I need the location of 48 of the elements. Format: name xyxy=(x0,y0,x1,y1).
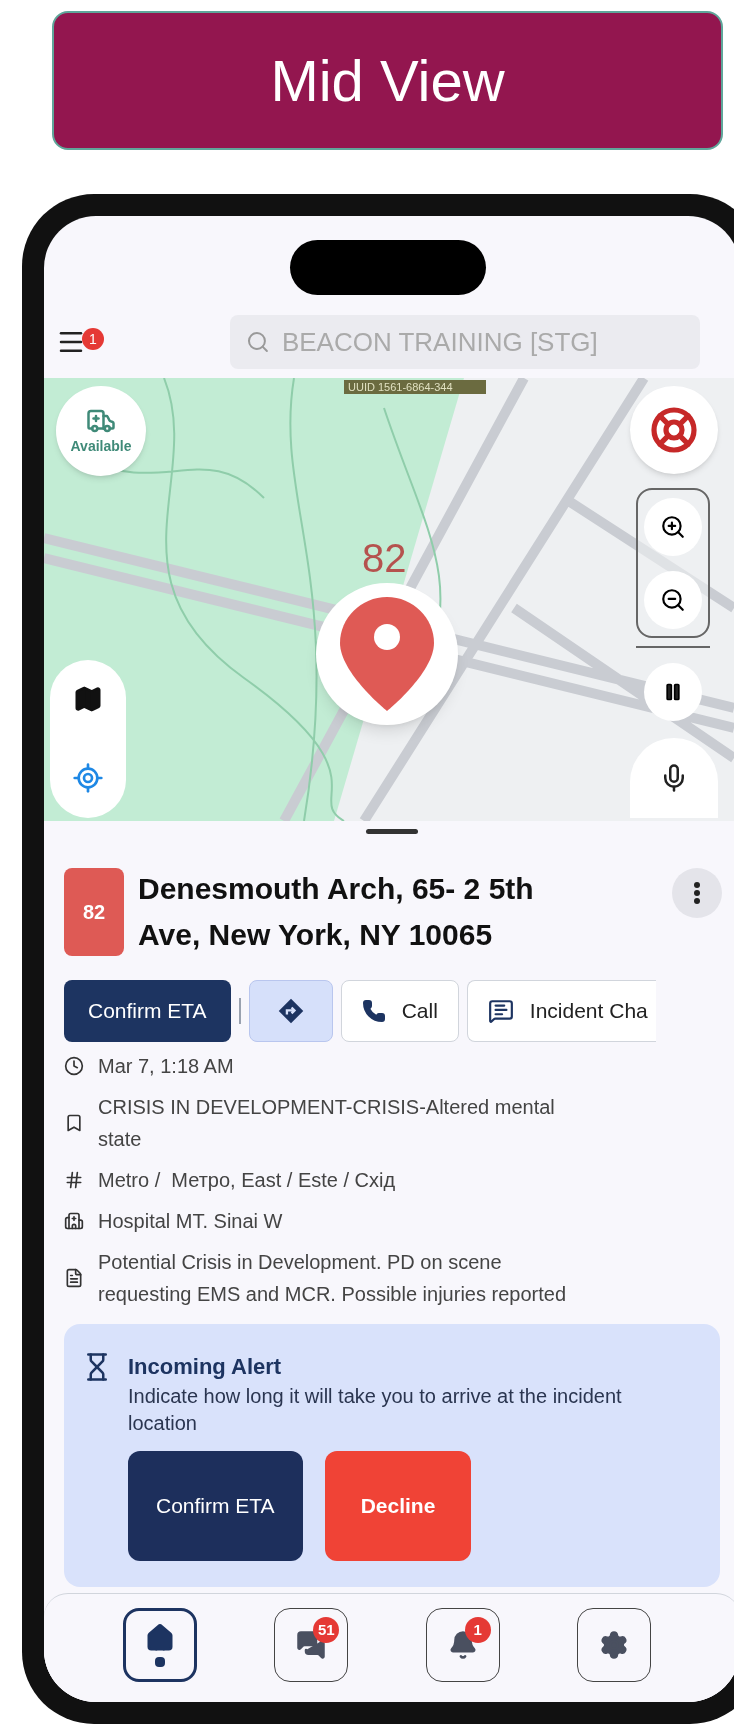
bookmark-icon xyxy=(64,1113,84,1133)
incident-chat-button[interactable]: Incident Cha xyxy=(466,980,656,1042)
count-badge: 51 xyxy=(313,1617,340,1643)
search-icon xyxy=(246,329,270,355)
incident-address: Denesmouth Arch, 65- 2 5th Ave, New York, NY 10065 xyxy=(138,871,535,953)
more-icon xyxy=(694,882,700,904)
detail-text: Hospital MT. Sinai W xyxy=(98,1209,283,1234)
detail-text: CRISIS IN DEVELOPMENT-CRISIS-Altered mental state xyxy=(98,1095,556,1152)
map-icon[interactable] xyxy=(73,684,103,714)
search-input[interactable]: BEACON TRAINING [STG] xyxy=(281,322,684,362)
lifebuoy-icon xyxy=(650,406,698,454)
zoom-out-icon xyxy=(660,586,686,613)
chat-tab[interactable]: 51 xyxy=(274,1608,349,1682)
directions-button[interactable] xyxy=(248,980,333,1042)
home-icon xyxy=(144,1623,175,1653)
message-icon xyxy=(487,998,514,1024)
map-pin-icon xyxy=(340,597,434,711)
notification-badge: 1 xyxy=(82,328,104,350)
incident-number-badge: 82 xyxy=(64,868,124,956)
settings-tab[interactable] xyxy=(577,1608,652,1682)
more-options-button[interactable] xyxy=(672,868,722,918)
home-tab[interactable] xyxy=(122,1608,197,1682)
settings-icon xyxy=(599,1630,630,1660)
alerts-tab[interactable]: 1 xyxy=(425,1608,500,1682)
confirm-eta-button[interactable]: Confirm ETA xyxy=(128,1451,303,1561)
marker-label: 82 xyxy=(362,536,407,580)
clock-icon xyxy=(64,1056,84,1076)
count-badge: 1 xyxy=(464,1617,491,1643)
pause-icon xyxy=(663,682,683,702)
hash-icon xyxy=(64,1170,84,1190)
detail-text: Mar 7, 1:18 AM xyxy=(98,1054,234,1079)
hospital-icon xyxy=(64,1211,84,1231)
alert-title: Incoming Alert xyxy=(128,1353,283,1381)
confirm-eta-button[interactable]: Confirm ETA xyxy=(64,980,231,1042)
search-field[interactable]: BEACON TRAINING [STG] xyxy=(230,315,700,369)
banner-title: Mid View xyxy=(270,47,505,115)
directions-icon xyxy=(276,997,305,1025)
detail-text: Potential Crisis in Development. PD on scene requesting EMS and MCR. Possible injuries reported xyxy=(98,1250,567,1307)
detail-text: Metro / Метро, East / Este / Схід xyxy=(98,1168,396,1193)
uuid-label: UUID 1561-6864-344 xyxy=(348,380,453,395)
document-icon xyxy=(64,1268,84,1288)
phone-icon xyxy=(361,999,386,1023)
locate-icon[interactable] xyxy=(72,762,104,794)
call-button[interactable]: Call xyxy=(340,980,459,1042)
zoom-in-icon xyxy=(660,513,686,540)
alert-message: Indicate how long it will take you to arrive at the incident location xyxy=(128,1384,623,1436)
sheet-handle[interactable] xyxy=(366,829,418,834)
decline-button[interactable]: Decline xyxy=(324,1451,472,1561)
